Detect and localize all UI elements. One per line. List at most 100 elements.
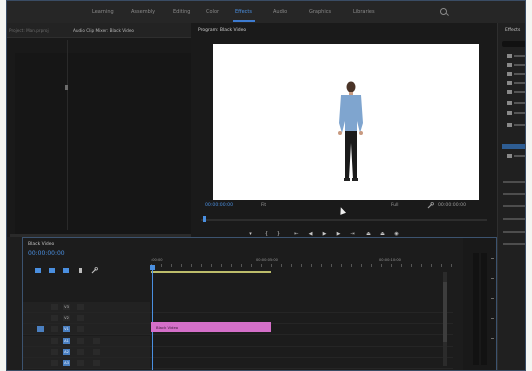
effects-search-input[interactable]	[502, 41, 525, 47]
track-header: V3	[23, 302, 150, 312]
track-header: V1	[23, 324, 150, 334]
effects-panel: Effects	[497, 23, 525, 370]
folder-icon	[507, 81, 512, 85]
track-target[interactable]	[51, 338, 58, 344]
effects-folder[interactable]	[504, 54, 525, 58]
tab-audio-clip-mixer[interactable]: Audio Clip Mixer: Black Video	[73, 28, 134, 33]
ruler-ticks	[151, 264, 456, 267]
timeline-timecode[interactable]: 00:00:00:00	[28, 250, 65, 257]
project-content-area	[15, 53, 191, 237]
clip-label: Black Video	[156, 325, 179, 330]
track-target[interactable]	[51, 360, 58, 366]
track-mute[interactable]	[93, 338, 100, 344]
left-panel-tabs: Project: Man.prproj Audio Clip Mixer: Bl…	[7, 23, 191, 38]
timeline-tab[interactable]: Black Video	[28, 242, 54, 247]
meter-tick	[491, 258, 494, 259]
effects-folder[interactable]	[504, 63, 525, 67]
monitor-playhead[interactable]	[203, 216, 206, 222]
wrench-icon[interactable]	[427, 202, 434, 209]
effects-folder[interactable]	[504, 90, 525, 94]
program-timecode[interactable]: 00:00:00:00	[205, 203, 233, 208]
effects-category[interactable]	[503, 231, 525, 233]
track-target[interactable]	[51, 326, 58, 332]
track-label: V3	[63, 304, 70, 310]
effects-tab[interactable]: Effects	[505, 28, 520, 33]
workspace-graphics[interactable]: Graphics	[309, 9, 331, 15]
workspace-libraries[interactable]: Libraries	[353, 9, 375, 15]
track-mute[interactable]	[93, 349, 100, 355]
track-header: A3	[23, 358, 150, 368]
folder-icon	[507, 101, 512, 105]
track-mute[interactable]	[93, 360, 100, 366]
folder-icon	[507, 111, 512, 115]
time-ruler[interactable]: :00:00 00:00:05:00 00:00:10:00	[151, 258, 456, 268]
track-lock[interactable]	[77, 304, 84, 310]
selected-effect[interactable]	[502, 144, 525, 149]
track-header: A2	[23, 347, 150, 357]
effects-category[interactable]	[503, 181, 525, 183]
folder-label	[514, 155, 525, 157]
panel-marker	[65, 85, 68, 90]
track-row: A3	[23, 358, 453, 369]
timeline-settings-icon[interactable]	[79, 268, 82, 273]
effects-category[interactable]	[503, 218, 525, 220]
folder-label	[514, 124, 525, 126]
track-target[interactable]	[51, 304, 58, 310]
effects-category[interactable]	[503, 243, 525, 245]
track-row: V3	[23, 302, 453, 313]
meter-tick	[491, 338, 494, 339]
track-row: A1	[23, 336, 453, 347]
folder-label	[514, 112, 525, 114]
track-target[interactable]	[51, 315, 58, 321]
track-label: A3	[63, 360, 70, 366]
linked-selection-icon[interactable]	[49, 268, 55, 273]
resolution-dropdown[interactable]: Full	[391, 203, 399, 208]
tab-project[interactable]: Project: Man.prproj	[9, 28, 49, 33]
effects-folder[interactable]	[504, 72, 525, 76]
panel-divider	[67, 40, 68, 230]
program-monitor-tab[interactable]: Program: Black Video	[198, 28, 246, 33]
add-marker-icon[interactable]	[63, 268, 69, 273]
workspace-effects[interactable]: Effects	[235, 9, 252, 15]
search-icon[interactable]	[440, 8, 447, 15]
work-area-bar[interactable]	[151, 271, 271, 273]
track-row: A2	[23, 347, 453, 358]
effects-folder[interactable]	[504, 111, 525, 115]
premiere-window: Learning Assembly Editing Color Effects …	[6, 0, 526, 371]
video-clip[interactable]: Black Video	[151, 322, 271, 332]
workspace-learning[interactable]: Learning	[92, 9, 114, 15]
timeline-scrollbar[interactable]	[443, 272, 447, 366]
workspace-editing[interactable]: Editing	[173, 9, 190, 15]
effects-category[interactable]	[503, 193, 525, 195]
track-lock[interactable]	[77, 349, 84, 355]
track-label: V1	[63, 326, 70, 332]
folder-icon	[507, 123, 512, 127]
person-figure	[338, 81, 363, 181]
workspace-assembly[interactable]: Assembly	[131, 9, 155, 15]
program-monitor: Program: Black Video 00:00:00:00 Fit Ful…	[191, 23, 497, 253]
track-header: V2	[23, 313, 150, 323]
effects-folder[interactable]	[504, 81, 525, 85]
workspace-color[interactable]: Color	[206, 9, 219, 15]
effects-folder[interactable]	[504, 101, 525, 105]
effects-folder[interactable]	[504, 123, 525, 127]
timeline-playhead[interactable]	[150, 265, 155, 370]
effects-category[interactable]	[503, 205, 525, 207]
meter-tick	[491, 298, 494, 299]
track-lock[interactable]	[77, 326, 84, 332]
ruler-label: 00:00:10:00	[379, 258, 401, 262]
wrench-icon[interactable]	[91, 267, 98, 274]
fit-dropdown[interactable]: Fit	[261, 203, 266, 208]
track-lock[interactable]	[77, 360, 84, 366]
track-lock[interactable]	[77, 315, 84, 321]
workspace-audio[interactable]: Audio	[273, 9, 287, 15]
monitor-scrub-bar[interactable]	[201, 219, 487, 221]
effects-folder[interactable]	[504, 154, 525, 158]
track-target[interactable]	[51, 349, 58, 355]
folder-icon	[507, 72, 512, 76]
folder-label	[514, 55, 525, 57]
snap-icon[interactable]	[35, 268, 41, 273]
track-lock[interactable]	[77, 338, 84, 344]
folder-label	[514, 102, 525, 104]
source-patch[interactable]	[37, 326, 44, 332]
